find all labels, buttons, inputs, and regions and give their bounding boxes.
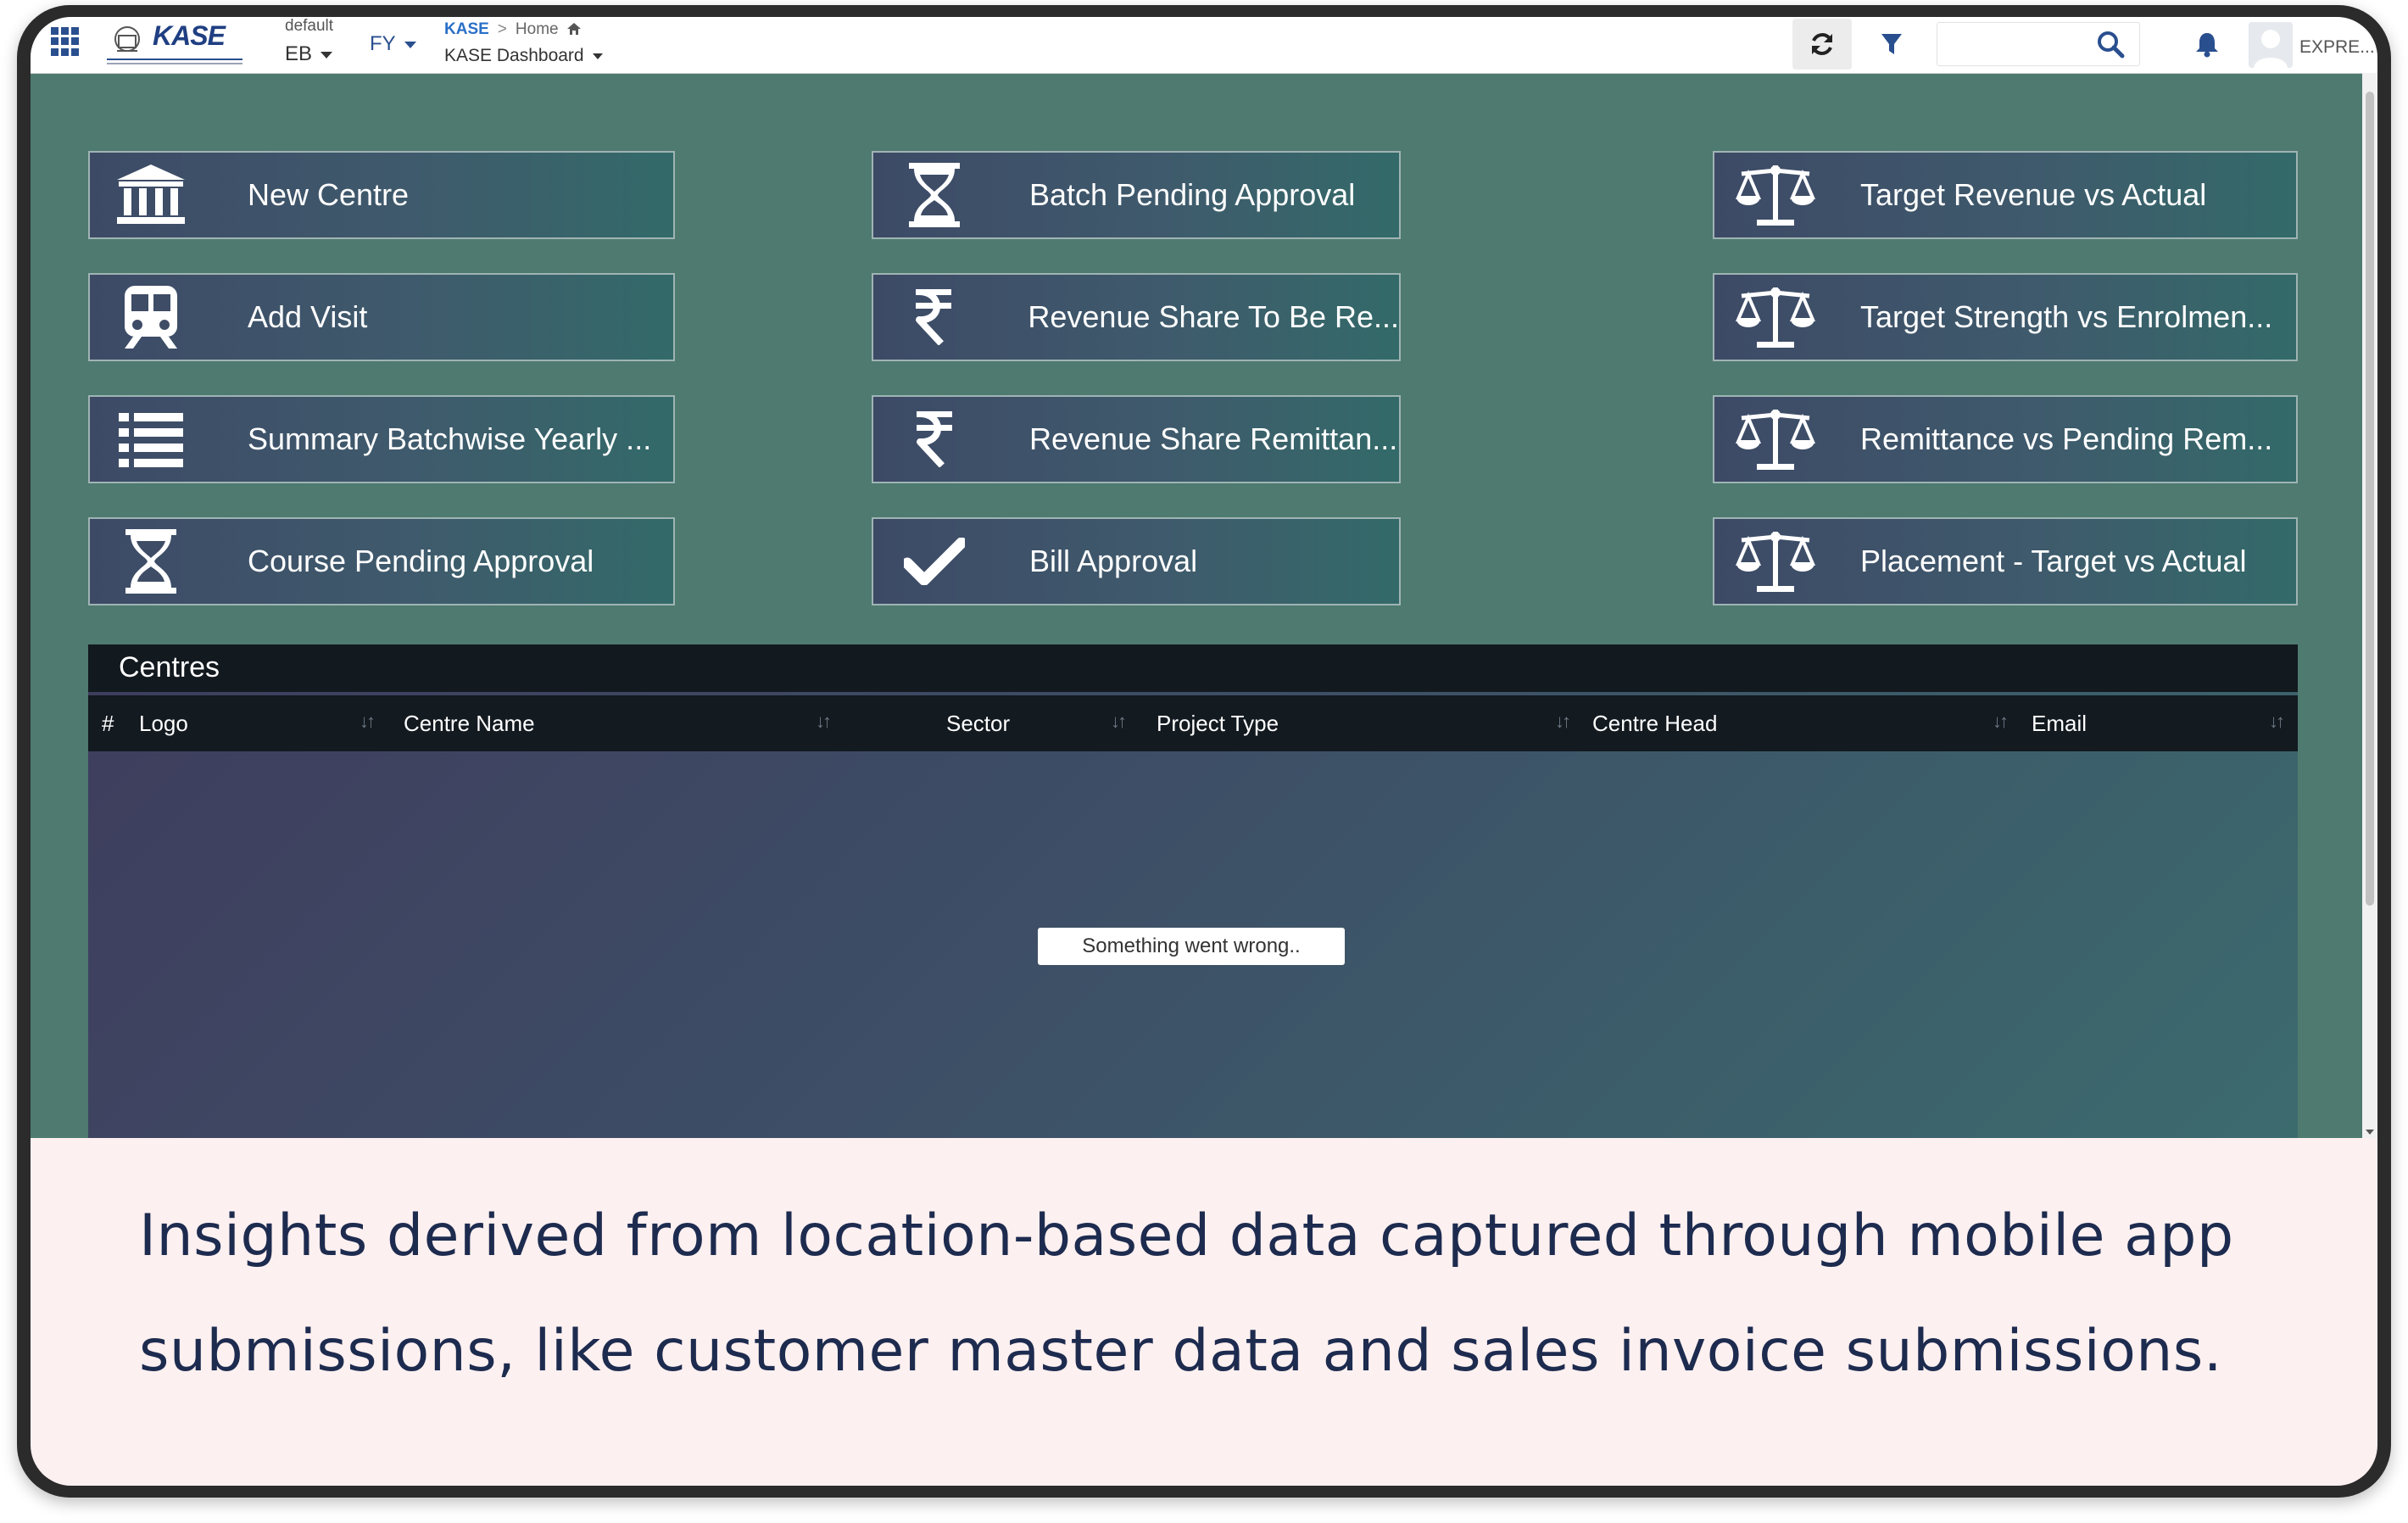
user-name[interactable]: EXPRE... [2299,37,2375,58]
panel-header: Centres [88,644,2298,692]
list-icon [109,405,193,473]
app-window: KASE default EB FY KASE > Home KASE Dash… [31,17,2377,1138]
tile-label: Batch Pending Approval [1029,177,1356,212]
tile-revenue-share-to-be-received[interactable]: Revenue Share To Be Re... [872,273,1401,361]
apps-grid-icon[interactable] [51,27,80,56]
column-header-sector[interactable]: Sector [946,711,1010,737]
sort-icon[interactable]: ↓↑ [2269,711,2285,733]
column-header-logo[interactable]: Logo [139,711,188,737]
balance-scale-icon [1733,161,1818,229]
notifications-button[interactable] [2177,19,2237,70]
sort-icon[interactable]: ↓↑ [816,711,832,733]
filter-icon [1881,34,1902,54]
avatar[interactable] [2249,22,2293,68]
error-message: Something went wrong.. [1038,928,1345,965]
sort-icon[interactable]: ↓↑ [360,711,376,733]
tile-label: New Centre [248,177,410,212]
bell-icon [2196,33,2218,58]
breadcrumb-home[interactable]: Home [516,20,559,38]
balance-scale-icon [1733,405,1818,473]
sort-icon[interactable]: ↓↑ [1993,711,2009,733]
scroll-down-arrow-icon[interactable] [2366,1130,2374,1135]
emblem-icon [114,26,140,52]
vertical-scrollbar[interactable] [2362,73,2377,1138]
caption-line-1: Insights derived from location-based dat… [139,1202,2234,1269]
tile-label: Placement - Target vs Actual [1860,544,2247,578]
tile-label: Revenue Share Remittan... [1029,421,1398,456]
refresh-button[interactable] [1792,19,1852,70]
tile-course-pending-approval[interactable]: Course Pending Approval [88,517,675,605]
device-frame: KASE default EB FY KASE > Home KASE Dash… [17,5,2391,1498]
fy-selector[interactable]: FY [370,32,416,56]
chevron-down-icon [404,41,416,48]
column-header-project-type[interactable]: Project Type [1157,711,1279,737]
user-silhouette-icon [2249,22,2293,68]
tile-add-visit[interactable]: Add Visit [88,273,675,361]
tile-label: Add Visit [248,299,368,334]
tile-label: Course Pending Approval [248,544,594,578]
logo-brand-text: KASE [153,20,226,51]
hourglass-icon [892,161,977,229]
rupee-icon [892,283,975,351]
breadcrumb-separator: > [497,20,507,38]
filter-button[interactable] [1862,19,1921,70]
tile-label: Target Revenue vs Actual [1860,177,2207,212]
search-button[interactable] [2081,19,2140,70]
tile-revenue-share-remittance[interactable]: Revenue Share Remittan... [872,395,1401,483]
device-screen: KASE default EB FY KASE > Home KASE Dash… [31,17,2377,1486]
tile-label: Remittance vs Pending Rem... [1860,421,2273,456]
tile-bill-approval[interactable]: Bill Approval [872,517,1401,605]
tile-label: Summary Batchwise Yearly ... [248,421,652,456]
chevron-down-icon [592,53,603,59]
tile-new-centre[interactable]: New Centre [88,151,675,239]
train-icon [109,283,193,351]
hourglass-icon [109,527,193,595]
top-bar: KASE default EB FY KASE > Home KASE Dash… [31,17,2377,74]
sort-icon[interactable]: ↓↑ [1555,711,1571,733]
tile-remittance-vs-pending-remittance[interactable]: Remittance vs Pending Rem... [1713,395,2298,483]
dashboard-selector[interactable]: KASE Dashboard [444,46,603,66]
column-header-centre-name[interactable]: Centre Name [404,711,535,737]
column-header-index: # [102,711,114,736]
breadcrumb: KASE > Home [444,20,582,39]
tile-label: Bill Approval [1029,544,1198,578]
chevron-down-icon [321,51,333,59]
scrollbar-thumb[interactable] [2366,92,2374,906]
tile-placement-target-vs-actual[interactable]: Placement - Target vs Actual [1713,517,2298,605]
kase-logo[interactable]: KASE [107,20,242,68]
balance-scale-icon [1733,283,1818,351]
tile-batch-pending-approval[interactable]: Batch Pending Approval [872,151,1401,239]
caption-line-2: submissions, like customer master data a… [139,1318,2222,1385]
breadcrumb-app[interactable]: KASE [444,20,489,38]
balance-scale-icon [1733,527,1818,595]
table-header: # Logo ↓↑ Centre Name ↓↑ Sector ↓↑ Proje… [88,695,2298,751]
fy-selector-label: FY [370,32,396,55]
column-header-email[interactable]: Email [2032,711,2087,737]
column-header-centre-head[interactable]: Centre Head [1592,711,1717,737]
home-icon [566,23,581,35]
eb-selector-label: EB [285,42,313,65]
dashboard-selector-label: KASE Dashboard [444,46,584,65]
rupee-icon [892,405,977,473]
bank-icon [109,161,193,229]
tile-target-revenue-vs-actual[interactable]: Target Revenue vs Actual [1713,151,2298,239]
default-label: default [285,17,334,35]
eb-selector[interactable]: EB [285,42,333,66]
tile-target-strength-vs-enrolment[interactable]: Target Strength vs Enrolmen... [1713,273,2298,361]
refresh-icon [1812,33,1832,55]
tile-summary-batchwise-yearly[interactable]: Summary Batchwise Yearly ... [88,395,675,483]
caption: Insights derived from location-based dat… [139,1179,2310,1409]
panel-title: Centres [119,651,220,683]
logo-tagline-lines [107,59,242,64]
sort-icon[interactable]: ↓↑ [1111,711,1127,733]
centres-panel: Centres # Logo ↓↑ Centre Name ↓↑ Sector … [88,644,2298,1138]
tile-label: Target Strength vs Enrolmen... [1860,299,2273,334]
search-icon [2098,31,2125,59]
tile-label: Revenue Share To Be Re... [1028,299,1399,334]
check-icon [892,527,977,595]
